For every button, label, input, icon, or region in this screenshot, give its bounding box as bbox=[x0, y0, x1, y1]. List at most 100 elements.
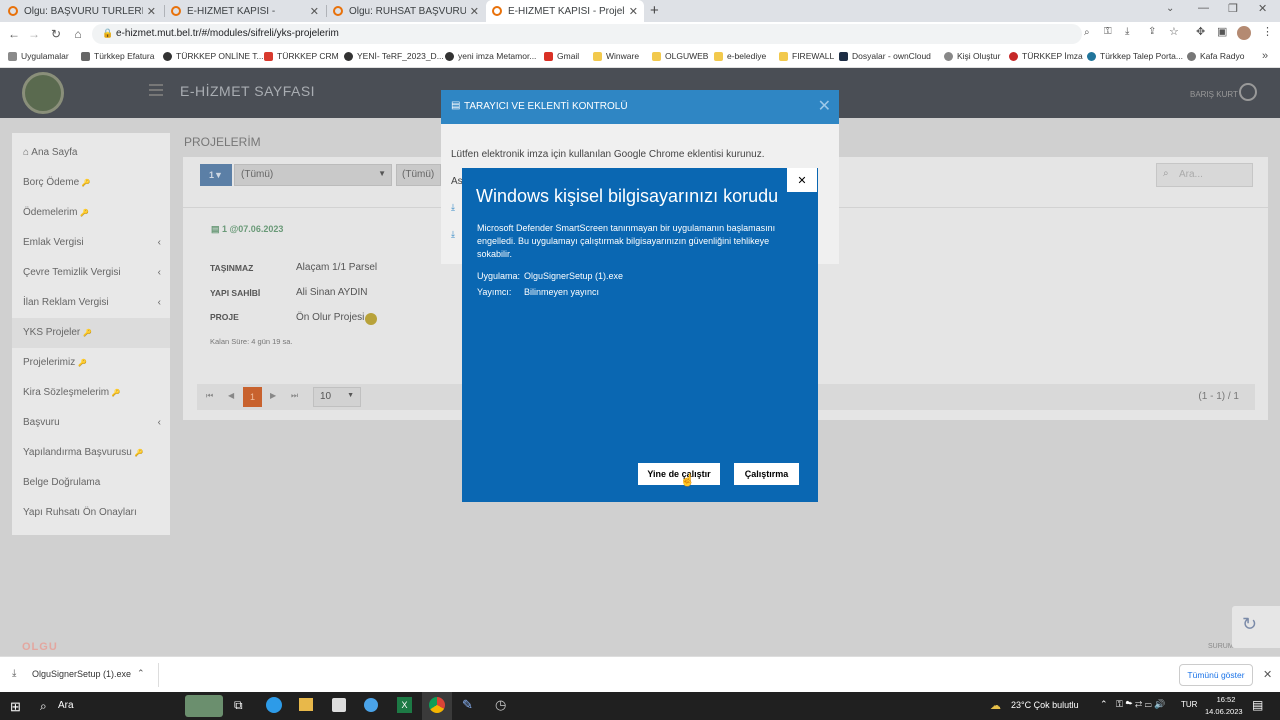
bookmark-folder[interactable]: FIREWALL bbox=[779, 51, 834, 61]
tray-chevron-up-icon[interactable]: ⌃ bbox=[1100, 699, 1108, 710]
show-all-downloads-button[interactable]: Tümünü göster bbox=[1179, 664, 1253, 686]
sidebar-item-projelerimiz[interactable]: Projelerimiz 🔑 bbox=[23, 357, 87, 368]
browser-tab-1[interactable]: Olgu: BAŞVURU TURLERI ✕ bbox=[2, 0, 162, 22]
search-icon[interactable]: ⌕ bbox=[40, 699, 47, 714]
chrome-icon[interactable] bbox=[429, 697, 445, 713]
sidebar-item-yks-projeler[interactable]: YKS Projeler 🔑 bbox=[23, 327, 92, 338]
prev-page-icon[interactable]: ◀ bbox=[228, 391, 234, 400]
clock-date[interactable]: 14.06.2023 bbox=[1205, 707, 1243, 716]
sidebar-item-ana-sayfa[interactable]: ⌂ Ana Sayfa bbox=[23, 147, 77, 158]
user-name[interactable]: BARIŞ KURT bbox=[1190, 90, 1238, 99]
bookmark-item[interactable]: TÜRKKEP ONLİNE T... bbox=[163, 51, 264, 61]
close-tab-icon[interactable]: ✕ bbox=[470, 5, 479, 18]
bookmark-folder[interactable]: e-belediye bbox=[714, 51, 766, 61]
sidebar-item-yapi-ruhsati[interactable]: Yapı Ruhsatı Ön Onayları bbox=[23, 507, 137, 518]
bookmark-folder[interactable]: OLGUWEB bbox=[652, 51, 708, 61]
minimize-icon[interactable]: — bbox=[1198, 2, 1209, 14]
store-icon[interactable] bbox=[332, 698, 346, 712]
skype-icon[interactable] bbox=[364, 698, 378, 712]
extensions-icon[interactable]: ✥ bbox=[1196, 25, 1205, 38]
excel-icon[interactable]: X bbox=[397, 697, 412, 713]
bookmark-apps[interactable]: Uygulamalar bbox=[8, 51, 69, 61]
dont-run-button[interactable]: Çalıştırma bbox=[734, 463, 799, 485]
tray-icons[interactable]: ⚿ ☁ ⇄ ▭ 🔊 bbox=[1116, 699, 1165, 710]
next-page-icon[interactable]: ▶ bbox=[270, 391, 276, 400]
search-input[interactable]: ⌕ Ara... bbox=[1156, 163, 1253, 187]
more-bookmarks-icon[interactable]: » bbox=[1262, 50, 1268, 62]
notifications-icon[interactable]: ▤ bbox=[1252, 698, 1263, 712]
weather-text[interactable]: 23°C Çok bulutlu bbox=[1011, 700, 1079, 710]
bookmark-star-icon[interactable]: ☆ bbox=[1169, 25, 1179, 38]
filter-toggle-button[interactable]: 1 ▼ bbox=[200, 164, 232, 186]
browser-tab-3[interactable]: Olgu: RUHSAT BAŞVURULARI ✕ bbox=[327, 0, 485, 22]
close-icon[interactable]: ✕ bbox=[818, 96, 831, 116]
page-size-select[interactable]: 10 ▼ bbox=[313, 387, 361, 407]
browser-menu-icon[interactable]: ⋮ bbox=[1262, 25, 1273, 38]
bookmark-item[interactable]: Türkkep Talep Porta... bbox=[1087, 51, 1183, 61]
download-filename[interactable]: OlguSignerSetup (1).exe bbox=[32, 669, 131, 679]
bookmark-item[interactable]: Dosyalar - ownCloud bbox=[839, 51, 931, 61]
info-badge-icon[interactable] bbox=[365, 313, 377, 325]
close-tab-icon[interactable]: ✕ bbox=[310, 5, 319, 18]
browser-tab-4-active[interactable]: E-HİZMET KAPISI - Projelerim ✕ bbox=[486, 0, 644, 22]
chevron-up-icon[interactable]: ⌃ bbox=[137, 668, 145, 679]
bookmark-item[interactable]: Kafa Radyo bbox=[1187, 51, 1244, 61]
forward-icon[interactable]: → bbox=[24, 24, 44, 44]
bookmark-item[interactable]: yeni imza Metamor... bbox=[445, 51, 536, 61]
taskbar-search-label[interactable]: Ara bbox=[58, 700, 74, 711]
edge-icon[interactable] bbox=[266, 697, 282, 713]
hamburger-menu-icon[interactable] bbox=[149, 84, 163, 96]
bookmark-item[interactable]: TÜRKKEP CRM bbox=[264, 51, 339, 61]
key-icon[interactable]: ⚿ bbox=[1104, 26, 1112, 37]
sidebar-item-belge-dogrulama[interactable]: Belge Doğrulama bbox=[23, 477, 100, 488]
bookmark-folder[interactable]: Winware bbox=[593, 51, 639, 61]
sidebar-item-basvuru[interactable]: Başvuru ‹ bbox=[23, 417, 161, 428]
record-date-link[interactable]: ▤ 1 @07.06.2023 bbox=[211, 224, 283, 235]
bookmark-item[interactable]: Türkkep Efatura bbox=[81, 51, 154, 61]
smartscreen-close-button[interactable]: ✕ bbox=[787, 168, 817, 192]
reload-icon[interactable]: ↻ bbox=[46, 24, 66, 44]
download-icon[interactable]: ⤓ bbox=[451, 229, 455, 240]
run-anyway-button[interactable]: Yine de çalıştır bbox=[638, 463, 720, 485]
bookmark-item[interactable]: TÜRKKEP İmza bbox=[1009, 51, 1083, 61]
task-view-icon[interactable]: ⧉ bbox=[234, 698, 243, 713]
close-download-bar-icon[interactable]: ✕ bbox=[1263, 668, 1272, 681]
download-page-icon[interactable]: ⤓ bbox=[1125, 26, 1129, 37]
browser-tab-2[interactable]: E-HİZMET KAPISI - ✕ bbox=[165, 0, 325, 22]
close-tab-icon[interactable]: ✕ bbox=[629, 5, 638, 18]
sidebar-item-yapilandirma[interactable]: Yapılandırma Başvurusu 🔑 bbox=[23, 447, 143, 458]
sidebar-item-ilan-reklam[interactable]: İlan Reklam Vergisi ‹ bbox=[23, 297, 161, 308]
close-tab-icon[interactable]: ✕ bbox=[147, 5, 156, 18]
sidebar-item-emlak-vergisi[interactable]: Emlak Vergisi ‹ bbox=[23, 237, 161, 248]
file-explorer-icon[interactable] bbox=[299, 698, 313, 711]
filter-select[interactable]: (Tümü) ▼ bbox=[234, 164, 392, 186]
sidebar-item-odemelerim[interactable]: Ödemelerim 🔑 bbox=[23, 207, 89, 218]
new-tab-button[interactable]: + bbox=[650, 2, 659, 19]
tab-search-icon[interactable]: ⌄ bbox=[1166, 3, 1174, 14]
language-indicator[interactable]: TUR bbox=[1181, 700, 1197, 709]
sidebar-item-cevre-temizlik[interactable]: Çevre Temizlik Vergisi ‹ bbox=[23, 267, 161, 278]
sidebar-item-kira[interactable]: Kira Sözleşmelerim 🔑 bbox=[23, 387, 121, 398]
share-icon[interactable]: ⇪ bbox=[1148, 26, 1156, 37]
back-icon[interactable]: ← bbox=[4, 24, 24, 44]
windows-start-icon[interactable]: ⊞ bbox=[10, 699, 21, 715]
last-page-icon[interactable]: ⏭ bbox=[291, 391, 298, 401]
app-icon[interactable]: ✎ bbox=[462, 697, 473, 713]
bookmark-item[interactable]: Kişi Oluştur bbox=[944, 51, 1000, 61]
close-window-icon[interactable]: ✕ bbox=[1258, 2, 1267, 15]
zoom-search-icon[interactable]: ⌕ bbox=[1084, 27, 1090, 38]
user-avatar-icon[interactable] bbox=[1239, 83, 1257, 101]
download-icon[interactable]: ⤓ bbox=[451, 202, 455, 213]
side-panel-icon[interactable]: ▣ bbox=[1217, 25, 1227, 38]
filter-select-2[interactable]: (Tümü) bbox=[396, 164, 441, 186]
first-page-icon[interactable]: ⏮ bbox=[206, 391, 213, 401]
home-icon[interactable]: ⌂ bbox=[68, 24, 88, 44]
sidebar-item-borc-odeme[interactable]: Borç Ödeme 🔑 bbox=[23, 177, 91, 188]
restore-icon[interactable]: ❐ bbox=[1228, 2, 1238, 15]
clock-app-icon[interactable]: ◷ bbox=[495, 697, 506, 713]
clock-time[interactable]: 16:52 bbox=[1213, 695, 1239, 704]
current-page-button[interactable]: 1 bbox=[243, 387, 262, 407]
bookmark-item[interactable]: Gmail bbox=[544, 51, 579, 61]
bookmark-item[interactable]: YENİ- TeRF_2023_D... bbox=[344, 51, 444, 61]
profile-avatar[interactable] bbox=[1237, 26, 1251, 40]
